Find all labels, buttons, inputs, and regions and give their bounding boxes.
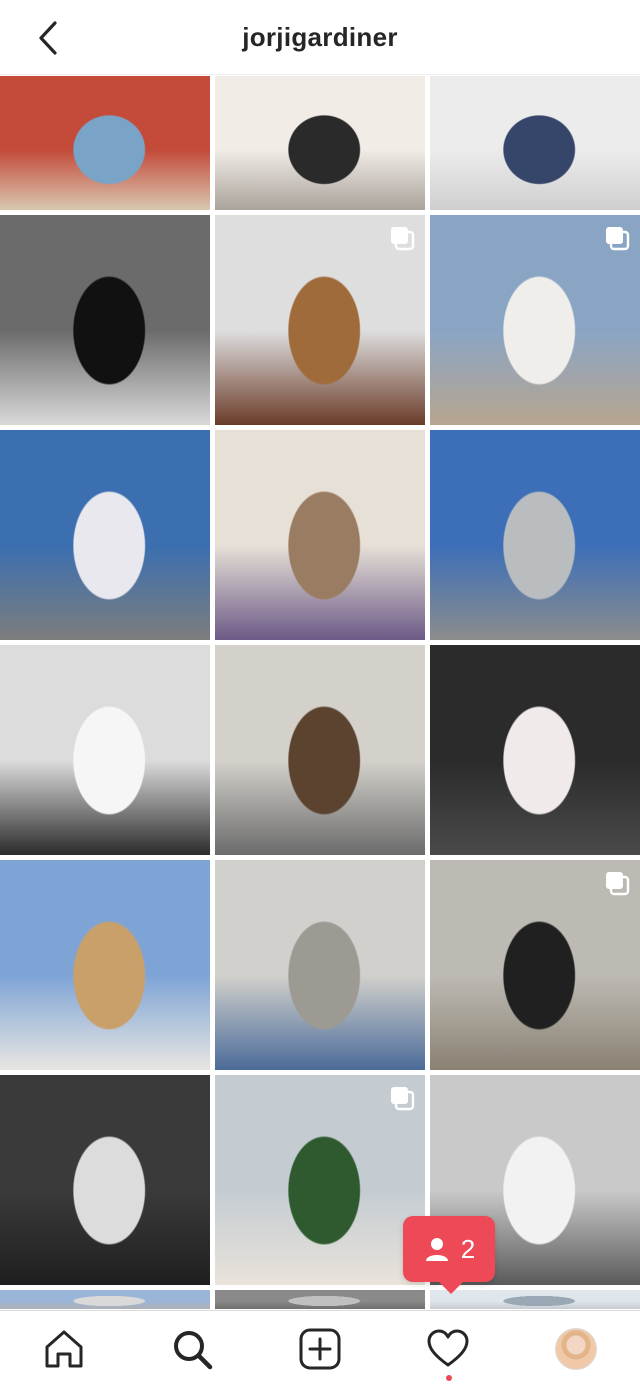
post-thumbnail[interactable] <box>430 430 640 640</box>
post-thumbnail[interactable] <box>215 1075 425 1285</box>
nav-search-button[interactable] <box>160 1317 224 1381</box>
post-thumbnail[interactable] <box>0 1075 210 1285</box>
post-thumbnail[interactable] <box>215 76 425 210</box>
carousel-icon <box>391 227 415 251</box>
chevron-left-icon <box>39 21 57 55</box>
user-icon <box>425 1238 448 1261</box>
activity-indicator-dot <box>446 1374 452 1381</box>
search-icon <box>174 1330 213 1369</box>
post-thumbnail[interactable] <box>215 860 425 1070</box>
post-thumbnail[interactable] <box>0 215 210 425</box>
bottom-navigation <box>0 1310 640 1386</box>
nav-activity-button[interactable] <box>416 1317 480 1381</box>
post-thumbnail[interactable] <box>430 76 640 210</box>
profile-avatar <box>555 1327 597 1370</box>
nav-create-button[interactable] <box>288 1317 352 1381</box>
post-thumbnail[interactable] <box>0 1290 210 1309</box>
post-thumbnail[interactable] <box>430 860 640 1070</box>
activity-notification-bubble[interactable]: 2 <box>403 1216 495 1294</box>
profile-username: jorjigardiner <box>242 21 398 52</box>
profile-header: jorjigardiner <box>0 0 640 75</box>
post-thumbnail[interactable] <box>430 215 640 425</box>
post-thumbnail[interactable] <box>215 1290 425 1309</box>
activity-heart-icon <box>427 1329 469 1366</box>
nav-home-button[interactable] <box>32 1317 96 1381</box>
nav-profile-button[interactable] <box>544 1317 608 1381</box>
post-thumbnail[interactable] <box>430 645 640 855</box>
post-thumbnail[interactable] <box>215 430 425 640</box>
post-thumbnail[interactable] <box>215 645 425 855</box>
notification-count: 2 <box>460 1233 476 1264</box>
carousel-icon <box>606 872 630 896</box>
post-thumbnail[interactable] <box>0 76 210 210</box>
post-thumbnail[interactable] <box>0 430 210 640</box>
carousel-icon <box>391 1087 415 1111</box>
home-icon <box>45 1330 83 1367</box>
post-thumbnail[interactable] <box>0 645 210 855</box>
posts-grid <box>0 76 640 1309</box>
carousel-icon <box>606 227 630 251</box>
back-button[interactable] <box>28 18 68 58</box>
create-post-icon <box>299 1328 341 1369</box>
post-thumbnail[interactable] <box>215 215 425 425</box>
post-thumbnail[interactable] <box>0 860 210 1070</box>
